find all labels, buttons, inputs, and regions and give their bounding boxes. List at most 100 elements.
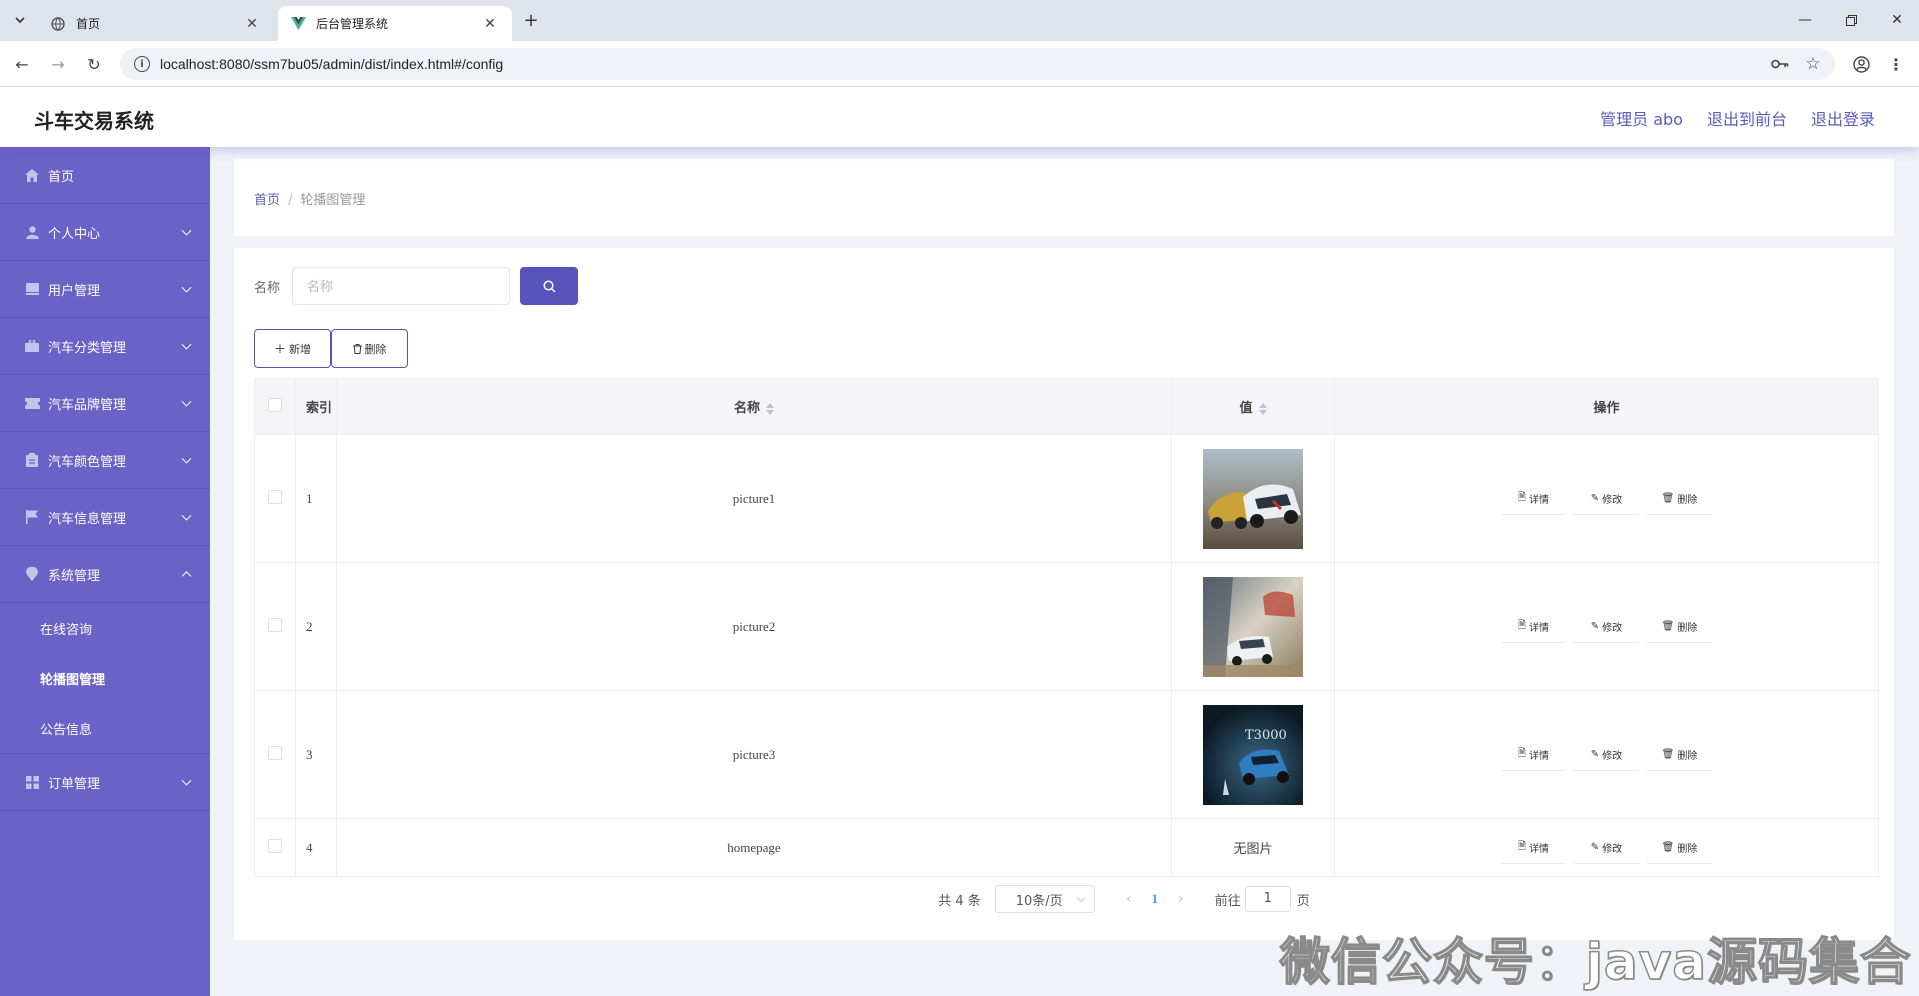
carousel-image-thumbnail[interactable]: T3000	[1203, 704, 1303, 805]
submenu-item-notice[interactable]: 公告信息	[0, 703, 210, 753]
sidebar-item-car-brand[interactable]: 汽车品牌管理	[0, 375, 210, 432]
main-content: 首页 / 轮播图管理 名称 ＋ 新增 删除	[210, 147, 1919, 996]
new-tab-button[interactable]: +	[520, 10, 542, 31]
chevron-down-icon	[181, 282, 192, 293]
close-icon[interactable]: ✕	[480, 16, 500, 32]
browser-tab-admin[interactable]: 后台管理系统 ✕	[278, 6, 512, 41]
breadcrumb-card: 首页 / 轮播图管理	[234, 159, 1894, 236]
tab-search-button[interactable]	[6, 7, 34, 33]
row-checkbox[interactable]	[268, 838, 282, 853]
carousel-image-thumbnail[interactable]	[1203, 448, 1303, 549]
row-value	[1171, 434, 1335, 563]
header-ops: 操作	[1334, 378, 1879, 435]
delete-button[interactable]: 🗑 删除	[1647, 483, 1712, 515]
sort-icon[interactable]	[766, 402, 774, 415]
reload-icon[interactable]: ↻	[80, 51, 108, 77]
edit-button[interactable]: ✎ 修改	[1574, 611, 1639, 643]
select-all-checkbox[interactable]	[268, 397, 282, 412]
detail-button[interactable]: 🗎 详情	[1501, 611, 1566, 643]
row-checkbox[interactable]	[268, 489, 282, 504]
batch-delete-button[interactable]: 删除	[331, 329, 408, 368]
row-checkbox[interactable]	[268, 745, 282, 760]
header-name[interactable]: 名称	[336, 378, 1172, 435]
detail-label: 详情	[1529, 750, 1550, 762]
row-ops: 🗎 详情 ✎ 修改 🗑 删除	[1334, 690, 1879, 819]
ticket-icon	[24, 396, 40, 410]
submenu-item-label: 公告信息	[40, 722, 93, 738]
edit-label: 修改	[1602, 622, 1623, 634]
back-to-frontend-link[interactable]: 退出到前台	[1707, 106, 1787, 130]
delete-label: 删除	[1677, 494, 1698, 506]
delete-button[interactable]: 🗑 删除	[1647, 832, 1712, 864]
sidebar-item-car-info[interactable]: 汽车信息管理	[0, 489, 210, 546]
logout-link[interactable]: 退出登录	[1811, 106, 1875, 130]
chevron-down-icon	[181, 453, 192, 464]
edit-button[interactable]: ✎ 修改	[1574, 739, 1639, 771]
breadcrumb-home[interactable]: 首页	[254, 193, 280, 208]
row-checkbox[interactable]	[268, 617, 282, 632]
sidebar-item-home[interactable]: 首页	[0, 147, 210, 204]
close-icon[interactable]: ✕	[242, 16, 262, 32]
star-icon[interactable]: ☆	[1800, 51, 1826, 77]
submenu-item-label: 轮播图管理	[40, 672, 106, 688]
sidebar-item-label: 用户管理	[48, 283, 101, 299]
profile-icon[interactable]	[1848, 51, 1874, 77]
edit-button[interactable]: ✎ 修改	[1574, 483, 1639, 515]
address-bar[interactable]: i localhost:8080/ssm7bu05/admin/dist/ind…	[120, 48, 1835, 80]
chevron-down-icon	[181, 775, 192, 786]
chevron-down-icon	[181, 339, 192, 350]
pagination: 共 4 条 10条/页 ‹ 1 › 前往 1 页	[234, 885, 1894, 913]
forward-icon[interactable]: →	[44, 51, 72, 77]
edit-label: 修改	[1602, 843, 1623, 855]
sidebar-item-system[interactable]: 系统管理	[0, 546, 210, 603]
more-menu-icon[interactable]: ⋮	[1883, 51, 1909, 77]
sort-icon[interactable]	[1258, 402, 1267, 415]
sidebar-item-car-category[interactable]: 汽车分类管理	[0, 318, 210, 375]
goto-page-input[interactable]: 1	[1244, 886, 1291, 912]
add-button[interactable]: ＋ 新增	[254, 329, 331, 368]
back-icon[interactable]: ←	[8, 51, 36, 77]
search-button[interactable]	[520, 267, 579, 305]
prev-page-icon[interactable]: ‹	[1115, 891, 1143, 907]
delete-label: 删除	[1677, 622, 1698, 634]
chevron-down-icon	[15, 17, 25, 23]
sidebar-item-label: 汽车颜色管理	[48, 454, 127, 470]
row-index: 2	[295, 562, 337, 691]
search-form: 名称	[254, 267, 579, 305]
page-number[interactable]: 1	[1143, 891, 1167, 907]
next-page-icon[interactable]: ›	[1167, 891, 1195, 907]
site-info-icon[interactable]: i	[134, 56, 150, 72]
search-input[interactable]	[292, 267, 511, 305]
sidebar-item-profile[interactable]: 个人中心	[0, 204, 210, 261]
detail-button[interactable]: 🗎 详情	[1501, 739, 1566, 771]
detail-button[interactable]: 🗎 详情	[1501, 832, 1566, 864]
window-close-icon[interactable]: ✕	[1882, 8, 1912, 32]
chevron-down-icon	[181, 510, 192, 521]
delete-button[interactable]: 🗑 删除	[1647, 739, 1712, 771]
delete-label: 删除	[1677, 843, 1698, 855]
chevron-down-icon	[181, 396, 192, 407]
header-name-label: 名称	[733, 401, 760, 416]
delete-button[interactable]: 🗑 删除	[1647, 611, 1712, 643]
edit-button[interactable]: ✎ 修改	[1574, 832, 1639, 864]
detail-button[interactable]: 🗎 详情	[1501, 483, 1566, 515]
submenu-item-carousel[interactable]: 轮播图管理	[0, 653, 210, 703]
submenu-item-consult[interactable]: 在线咨询	[0, 603, 210, 653]
header-value[interactable]: 值	[1171, 378, 1335, 435]
admin-user-link[interactable]: 管理员 abo	[1600, 106, 1683, 130]
add-button-label: 新增	[289, 342, 311, 356]
browser-tab-home[interactable]: 首页 ✕	[38, 6, 274, 41]
key-icon[interactable]	[1767, 51, 1793, 77]
detail-label: 详情	[1529, 622, 1550, 634]
location-icon	[24, 567, 40, 581]
sidebar-item-orders[interactable]: 订单管理	[0, 754, 210, 811]
sidebar-item-label: 汽车分类管理	[48, 340, 127, 356]
minimize-icon[interactable]: —	[1790, 8, 1820, 32]
person-icon	[24, 225, 40, 239]
sidebar-item-users[interactable]: 用户管理	[0, 261, 210, 318]
sidebar-item-car-color[interactable]: 汽车颜色管理	[0, 432, 210, 489]
restore-icon[interactable]	[1836, 8, 1866, 32]
page-size-select[interactable]: 10条/页	[994, 885, 1095, 913]
carousel-image-thumbnail[interactable]	[1203, 576, 1303, 677]
table-row: 4 homepage 无图片 🗎 详情 ✎ 修改 🗑 删除	[254, 818, 1879, 877]
